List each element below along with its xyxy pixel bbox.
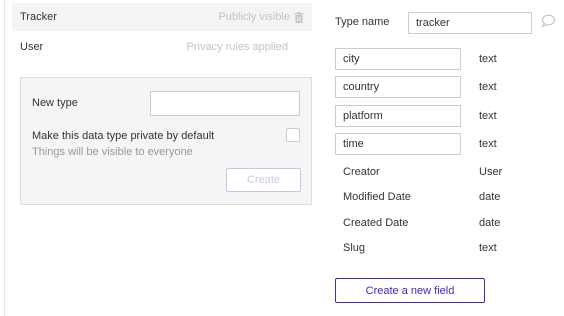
create-type-button[interactable]: Create [226,168,301,192]
new-type-input[interactable] [150,91,300,116]
builtin-field-type: date [479,217,501,229]
builtin-field-type: User [479,166,503,178]
field-name-input[interactable] [335,76,461,98]
field-type[interactable]: text [479,138,497,150]
new-type-label: New type [32,97,78,109]
type-row-tracker[interactable]: Tracker Publicly visible [12,3,312,31]
comment-icon[interactable] [541,14,556,28]
type-row-user[interactable]: User Privacy rules applied [12,33,312,61]
new-type-panel: New type Make this data type private by … [20,77,312,205]
type-name: User [20,41,44,53]
field-type[interactable]: text [479,53,497,65]
field-name-input[interactable] [335,133,461,155]
builtin-field-type: text [479,242,497,254]
private-default-label: Make this data type private by default [32,130,215,142]
field-name-input[interactable] [335,48,461,70]
private-default-checkbox[interactable] [286,128,300,142]
builtin-field-name: Created Date [343,217,409,229]
type-status: Publicly visible [218,11,290,23]
type-status: Privacy rules applied [186,41,289,53]
type-name-label: Type name [335,16,390,28]
field-name-input[interactable] [335,105,461,127]
builtin-field-name: Slug [343,242,366,254]
create-new-field-button[interactable]: Create a new field [335,278,485,303]
field-type[interactable]: text [479,81,497,93]
trash-icon[interactable] [294,11,304,23]
type-name: Tracker [20,11,57,23]
builtin-field-name: Modified Date [343,191,411,203]
private-default-hint: Things will be visible to everyone [32,146,193,158]
builtin-field-name: Creator [343,166,380,178]
left-divider [4,0,5,316]
type-name-input[interactable] [408,12,532,34]
field-type[interactable]: text [479,110,497,122]
builtin-field-type: date [479,191,501,203]
